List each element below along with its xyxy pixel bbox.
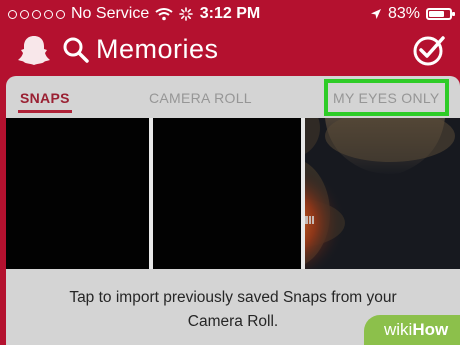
tab-my-eyes-only[interactable]: MY EYES ONLY — [333, 90, 440, 106]
battery-icon — [426, 8, 455, 20]
battery-percent: 83% — [387, 5, 420, 22]
select-check-icon[interactable] — [412, 34, 446, 68]
watermark-suffix: How — [412, 320, 449, 339]
app-header: Memories — [0, 28, 460, 76]
thumbnail-grid — [6, 118, 460, 269]
tab-camera-roll[interactable]: CAMERA ROLL — [149, 90, 252, 106]
location-arrow-icon — [370, 9, 381, 19]
snapchat-ghost-icon[interactable] — [18, 34, 50, 68]
watermark-prefix: wiki — [384, 320, 413, 339]
wikihow-watermark: wikiHow — [364, 315, 460, 345]
thumbnail-3[interactable] — [305, 118, 460, 269]
thumbnail-3-image — [305, 118, 460, 269]
battery-fill — [429, 11, 444, 17]
tab-snaps[interactable]: SNAPS — [20, 90, 70, 106]
import-message-line1: Tap to import previously saved Snaps fro… — [69, 289, 397, 306]
page-title: Memories — [96, 34, 219, 64]
status-bar: No Service 3:12 PM 83% — [0, 0, 460, 28]
status-right: 83% — [370, 5, 455, 23]
search-icon[interactable] — [62, 36, 90, 64]
memories-panel: SNAPS CAMERA ROLL MY EYES ONLY Tap to im… — [6, 76, 460, 345]
thumbnail-2[interactable] — [153, 118, 301, 269]
thumbnail-1[interactable] — [6, 118, 149, 269]
active-tab-indicator — [18, 110, 72, 113]
tab-bar: SNAPS CAMERA ROLL MY EYES ONLY — [6, 76, 460, 118]
